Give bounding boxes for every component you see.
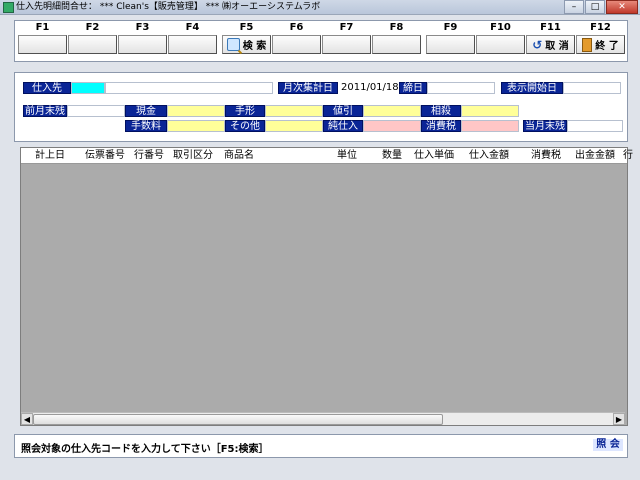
fkey-f2: F2 (68, 21, 117, 54)
bill-field (265, 105, 323, 117)
f4-button[interactable] (168, 35, 217, 54)
exit-button[interactable]: 終 了 (576, 35, 625, 54)
f2-button[interactable] (68, 35, 117, 54)
monthly-date-label: 月次集計日 (278, 82, 338, 94)
header-panel: 仕入先 月次集計日 2011/01/18 締日 表示開始日 前月末残 現金 手形… (14, 72, 628, 142)
fkey-label: F3 (135, 22, 150, 33)
window-controls: – □ ✕ (564, 0, 638, 14)
col-row[interactable]: 行 (623, 149, 633, 162)
fkey-label: F2 (85, 22, 100, 33)
display-start-input[interactable] (563, 82, 621, 94)
app-icon (3, 2, 14, 13)
scroll-thumb[interactable] (33, 414, 443, 425)
maximize-button[interactable]: □ (585, 0, 605, 14)
supplier-label: 仕入先 (23, 82, 71, 94)
f10-button[interactable] (476, 35, 525, 54)
grid-header: 計上日 伝票番号 行番号 取引区分 商品名 単位 数量 仕入単価 仕入金額 消費… (21, 148, 633, 164)
col-unit[interactable]: 単位 (337, 149, 357, 162)
horizontal-scrollbar[interactable]: ◀ ▶ (21, 412, 625, 425)
col-unit-price[interactable]: 仕入単価 (414, 149, 454, 162)
fkey-f10: F10 (476, 21, 525, 54)
search-icon (226, 38, 240, 51)
search-button[interactable]: 検 索 (222, 35, 271, 54)
close-button[interactable]: ✕ (606, 0, 638, 14)
fee-field (167, 120, 225, 132)
f7-button[interactable] (322, 35, 371, 54)
f6-button[interactable] (272, 35, 321, 54)
fkey-label: F11 (540, 22, 561, 33)
col-tax[interactable]: 消費税 (531, 149, 561, 162)
offset-field (461, 105, 519, 117)
other-field (265, 120, 323, 132)
cash-field (167, 105, 225, 117)
supplier-name-field (105, 82, 273, 94)
fkey-f7: F7 (322, 21, 371, 54)
fkey-label: F12 (590, 22, 611, 33)
fkey-f3: F3 (118, 21, 167, 54)
display-start-label: 表示開始日 (501, 82, 563, 94)
fkey-f12: F12 終 了 (576, 21, 625, 54)
cancel-button[interactable]: ↺ 取 消 (526, 35, 575, 54)
col-payment-amount[interactable]: 出金金額 (575, 149, 615, 162)
col-date[interactable]: 計上日 (35, 149, 65, 162)
tax-label: 消費税 (421, 120, 461, 132)
scroll-right-icon[interactable]: ▶ (613, 413, 625, 425)
net-purchase-label: 純仕入 (323, 120, 363, 132)
mode-badge: 照 会 (593, 439, 623, 451)
window-title: 仕入先明細問合せ： *** Clean's【販売管理】 *** ㈱オーエーシステ… (16, 2, 321, 12)
monthly-date-value: 2011/01/18 (341, 82, 399, 93)
prev-balance-label: 前月末残 (23, 105, 67, 117)
col-quantity[interactable]: 数量 (382, 149, 402, 162)
fkey-f4: F4 (168, 21, 217, 54)
col-product-name[interactable]: 商品名 (224, 149, 254, 162)
bill-label: 手形 (225, 105, 265, 117)
f8-button[interactable] (372, 35, 421, 54)
tax-field (461, 120, 519, 132)
fkey-label: F5 (239, 22, 254, 33)
col-purchase-amount[interactable]: 仕入金額 (469, 149, 509, 162)
undo-icon: ↺ (532, 37, 543, 52)
closing-day-label: 締日 (399, 82, 427, 94)
prev-balance-field (67, 105, 125, 117)
f9-button[interactable] (426, 35, 475, 54)
f1-button[interactable] (18, 35, 67, 54)
col-line-no[interactable]: 行番号 (134, 149, 164, 162)
f3-button[interactable] (118, 35, 167, 54)
scroll-left-icon[interactable]: ◀ (21, 413, 33, 425)
fkey-f9: F9 (426, 21, 475, 54)
other-label: その他 (225, 120, 265, 132)
fkey-f11: F11 ↺ 取 消 (526, 21, 575, 54)
status-message: 照会対象の仕入先コードを入力して下さい［F5:検索］ (21, 444, 269, 455)
col-slip-no[interactable]: 伝票番号 (85, 149, 125, 162)
fkey-f8: F8 (372, 21, 421, 54)
fkey-f5: F5 検 索 (222, 21, 271, 54)
discount-field (363, 105, 421, 117)
fkey-f6: F6 (272, 21, 321, 54)
detail-grid[interactable]: 計上日 伝票番号 行番号 取引区分 商品名 単位 数量 仕入単価 仕入金額 消費… (20, 147, 633, 426)
closing-day-field (427, 82, 495, 94)
net-purchase-field (363, 120, 421, 132)
fkey-label: F8 (389, 22, 404, 33)
col-transaction[interactable]: 取引区分 (173, 149, 213, 162)
fkey-f1: F1 (18, 21, 67, 54)
cash-label: 現金 (125, 105, 167, 117)
fkey-label: F9 (443, 22, 458, 33)
title-bar: 仕入先明細問合せ： *** Clean's【販売管理】 *** ㈱オーエーシステ… (0, 0, 640, 15)
status-bar: 照会対象の仕入先コードを入力して下さい［F5:検索］ 照 会 (14, 434, 628, 458)
exit-icon (582, 37, 593, 52)
fkey-label: F10 (490, 22, 511, 33)
fkey-label: F1 (35, 22, 50, 33)
discount-label: 値引 (323, 105, 363, 117)
fkey-label: F4 (185, 22, 200, 33)
minimize-button[interactable]: – (564, 0, 584, 14)
fkey-label: F7 (339, 22, 354, 33)
fee-label: 手数料 (125, 120, 167, 132)
offset-label: 相殺 (421, 105, 461, 117)
supplier-code-input[interactable] (71, 82, 105, 94)
month-end-field (567, 120, 623, 132)
fkey-label: F6 (289, 22, 304, 33)
month-end-label: 当月末残 (523, 120, 567, 132)
function-key-toolbar: F1 F2 F3 F4 F5 検 索 F6 F7 F8 F9 F10 F11 ↺ 取 … (14, 20, 628, 62)
